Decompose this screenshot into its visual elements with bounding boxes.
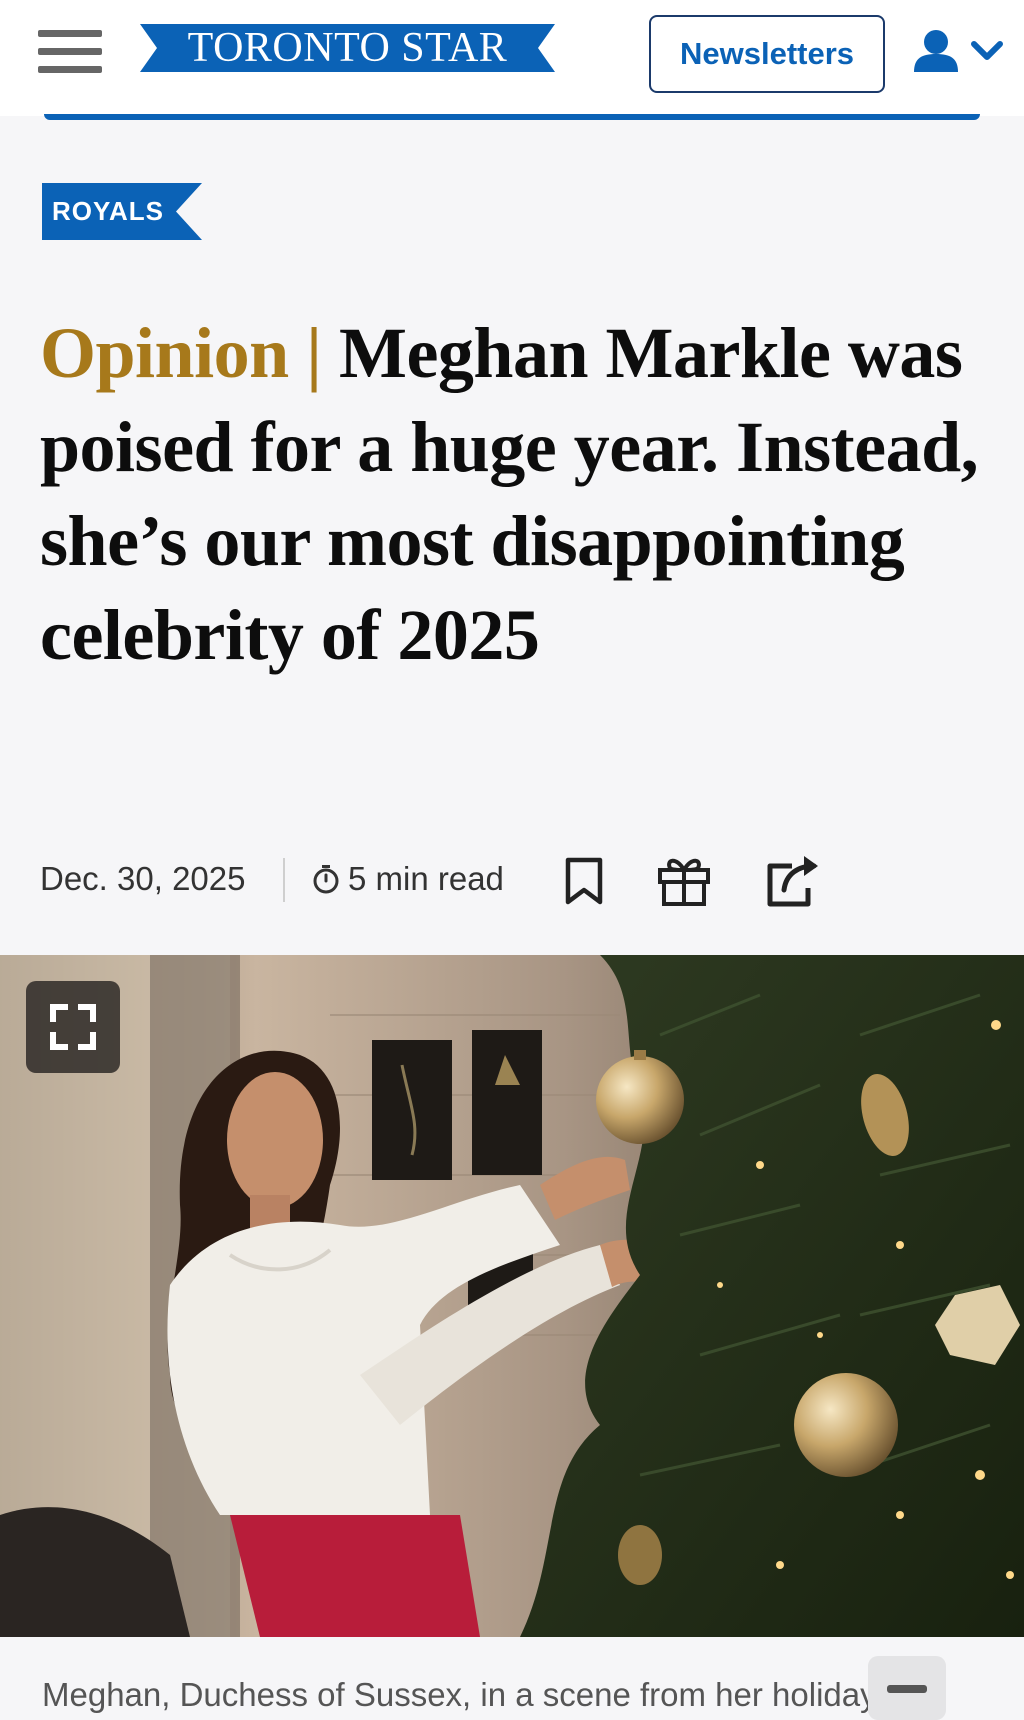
stopwatch-icon [313,865,339,894]
hero-image[interactable] [0,955,1024,1637]
toronto-star-logo[interactable]: TORONTO STAR [140,24,555,72]
share-button[interactable] [762,850,822,910]
read-time-label: 5 min read [348,860,504,897]
gift-icon [658,858,710,906]
user-icon [914,30,958,72]
gift-article-button[interactable] [654,850,714,910]
collapse-caption-button[interactable] [868,1656,946,1720]
article-headline: Opinion | Meghan Markle was poised for a… [40,306,1000,682]
section-tag[interactable]: ROYALS [42,183,202,240]
meta-divider [283,858,285,902]
article-meta: Dec. 30, 2025 5 min read [40,850,980,910]
expand-image-button[interactable] [26,981,120,1073]
header-rule [44,114,980,120]
newsletters-button[interactable]: Newsletters [649,15,885,93]
logo-text: TORONTO STAR [187,25,508,71]
publish-date: Dec. 30, 2025 [40,860,246,897]
opinion-kicker: Opinion [40,313,289,393]
hamburger-menu-icon[interactable] [38,28,104,76]
site-header: TORONTO STAR Newsletters [0,0,1024,120]
chevron-down-icon [971,41,1003,60]
account-menu[interactable] [912,28,1012,78]
section-tag-label: ROYALS [52,196,164,226]
bookmark-button[interactable] [554,850,614,910]
read-time: 5 min read [312,860,504,898]
fullscreen-expand-icon [50,1004,96,1050]
image-caption: Meghan, Duchess of Sussex, in a scene fr… [42,1676,877,1713]
minus-icon [887,1685,927,1693]
bookmark-icon [565,857,603,905]
kicker-separator: | [306,313,322,393]
share-icon [767,856,818,907]
